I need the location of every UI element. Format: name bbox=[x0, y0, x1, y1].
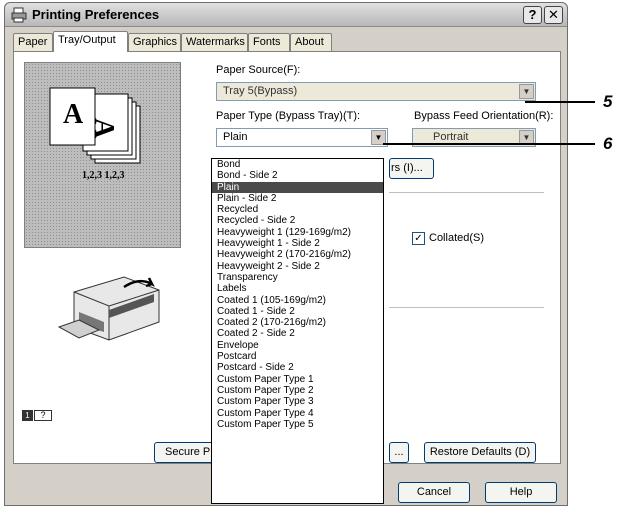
tab-paper[interactable]: Paper bbox=[13, 33, 53, 51]
help-button[interactable]: Help bbox=[485, 482, 557, 503]
paper-type-label: Paper Type (Bypass Tray)(T): bbox=[216, 110, 361, 122]
tab-about[interactable]: About bbox=[290, 33, 332, 51]
collated-checkbox[interactable]: ✓ bbox=[412, 232, 425, 245]
paper-type-option[interactable]: Plain - Side 2 bbox=[212, 193, 383, 204]
close-button[interactable]: ✕ bbox=[544, 6, 563, 24]
paper-type-option[interactable]: Coated 2 (170-216g/m2) bbox=[212, 317, 383, 328]
paper-type-option[interactable]: Labels bbox=[212, 283, 383, 294]
paper-type-option[interactable]: Coated 1 (105-169g/m2) bbox=[212, 295, 383, 306]
paper-type-option[interactable]: Heavyweight 2 (170-216g/m2) bbox=[212, 249, 383, 260]
paper-type-value: Plain bbox=[223, 131, 248, 143]
tab-tray-output[interactable]: Tray/Output bbox=[53, 31, 128, 52]
paper-type-option[interactable]: Coated 1 - Side 2 bbox=[212, 306, 383, 317]
paper-type-option[interactable]: Custom Paper Type 1 bbox=[212, 374, 383, 385]
paper-type-option[interactable]: Heavyweight 1 (129-169g/m2) bbox=[212, 227, 383, 238]
callout-6: 6 bbox=[603, 134, 613, 153]
cancel-button[interactable]: Cancel bbox=[398, 482, 470, 503]
tray-settings-button[interactable]: rs (I)... bbox=[389, 158, 434, 179]
help-number-badge: 1 bbox=[22, 410, 33, 421]
help-title-button[interactable]: ? bbox=[523, 6, 542, 24]
paper-type-option[interactable]: Custom Paper Type 2 bbox=[212, 385, 383, 396]
printer-icon bbox=[11, 7, 27, 23]
paper-type-option[interactable]: Bond - Side 2 bbox=[212, 170, 383, 181]
paper-type-option[interactable]: Custom Paper Type 3 bbox=[212, 396, 383, 407]
paper-type-option[interactable]: Transparency bbox=[212, 272, 383, 283]
paper-type-select[interactable]: Plain ▼ bbox=[216, 128, 388, 147]
window-title: Printing Preferences bbox=[32, 7, 160, 22]
collated-pages-icon: A A bbox=[49, 87, 141, 164]
paper-type-option[interactable]: Plain bbox=[212, 181, 383, 193]
paper-type-option[interactable]: Postcard - Side 2 bbox=[212, 362, 383, 373]
feed-orientation-value: Portrait bbox=[433, 131, 469, 143]
paper-type-option[interactable]: Recycled - Side 2 bbox=[212, 215, 383, 226]
paper-type-option[interactable]: Postcard bbox=[212, 351, 383, 362]
paper-source-label: Paper Source(F): bbox=[216, 64, 301, 76]
callout-line-5 bbox=[525, 101, 595, 103]
paper-type-option[interactable]: Heavyweight 2 - Side 2 bbox=[212, 261, 383, 272]
paper-type-option[interactable]: Envelope bbox=[212, 340, 383, 351]
chevron-down-icon[interactable]: ▼ bbox=[519, 84, 534, 99]
printer-image bbox=[57, 276, 160, 341]
group-divider bbox=[389, 192, 544, 193]
paper-type-option[interactable]: Coated 2 - Side 2 bbox=[212, 328, 383, 339]
paper-type-option[interactable]: Custom Paper Type 5 bbox=[212, 419, 383, 430]
restore-defaults-button[interactable]: Restore Defaults (D) bbox=[424, 442, 536, 463]
tab-watermarks[interactable]: Watermarks bbox=[181, 33, 248, 51]
group-divider bbox=[389, 307, 544, 308]
callout-line-6 bbox=[383, 143, 595, 145]
title-bar: Printing Preferences ? ✕ bbox=[5, 3, 567, 27]
paper-type-dropdown-list[interactable]: Bond Bond - Side 2 Plain Plain - Side 2 Recy… bbox=[211, 158, 384, 504]
tab-fonts[interactable]: Fonts bbox=[248, 33, 290, 51]
tab-graphics[interactable]: Graphics bbox=[128, 33, 181, 51]
paper-type-option[interactable]: Recycled bbox=[212, 204, 383, 215]
feed-orientation-label: Bypass Feed Orientation(R): bbox=[414, 110, 554, 122]
help-icon[interactable]: ? bbox=[34, 410, 52, 421]
collation-preview: A A 1,2,3 1,2,3 bbox=[24, 62, 181, 248]
collated-label: Collated(S) bbox=[429, 232, 485, 244]
callout-5: 5 bbox=[603, 92, 613, 111]
svg-text:A: A bbox=[88, 118, 119, 139]
paper-source-value: Tray 5(Bypass) bbox=[223, 85, 298, 97]
collate-caption: 1,2,3 1,2,3 bbox=[82, 170, 125, 181]
paper-type-option[interactable]: Heavyweight 1 - Side 2 bbox=[212, 238, 383, 249]
paper-source-select[interactable]: Tray 5(Bypass) ▼ bbox=[216, 82, 536, 101]
svg-text:A: A bbox=[63, 99, 84, 130]
more-button[interactable]: ... bbox=[389, 442, 409, 463]
paper-type-option[interactable]: Custom Paper Type 4 bbox=[212, 408, 383, 419]
paper-type-option[interactable]: Bond bbox=[212, 159, 383, 170]
